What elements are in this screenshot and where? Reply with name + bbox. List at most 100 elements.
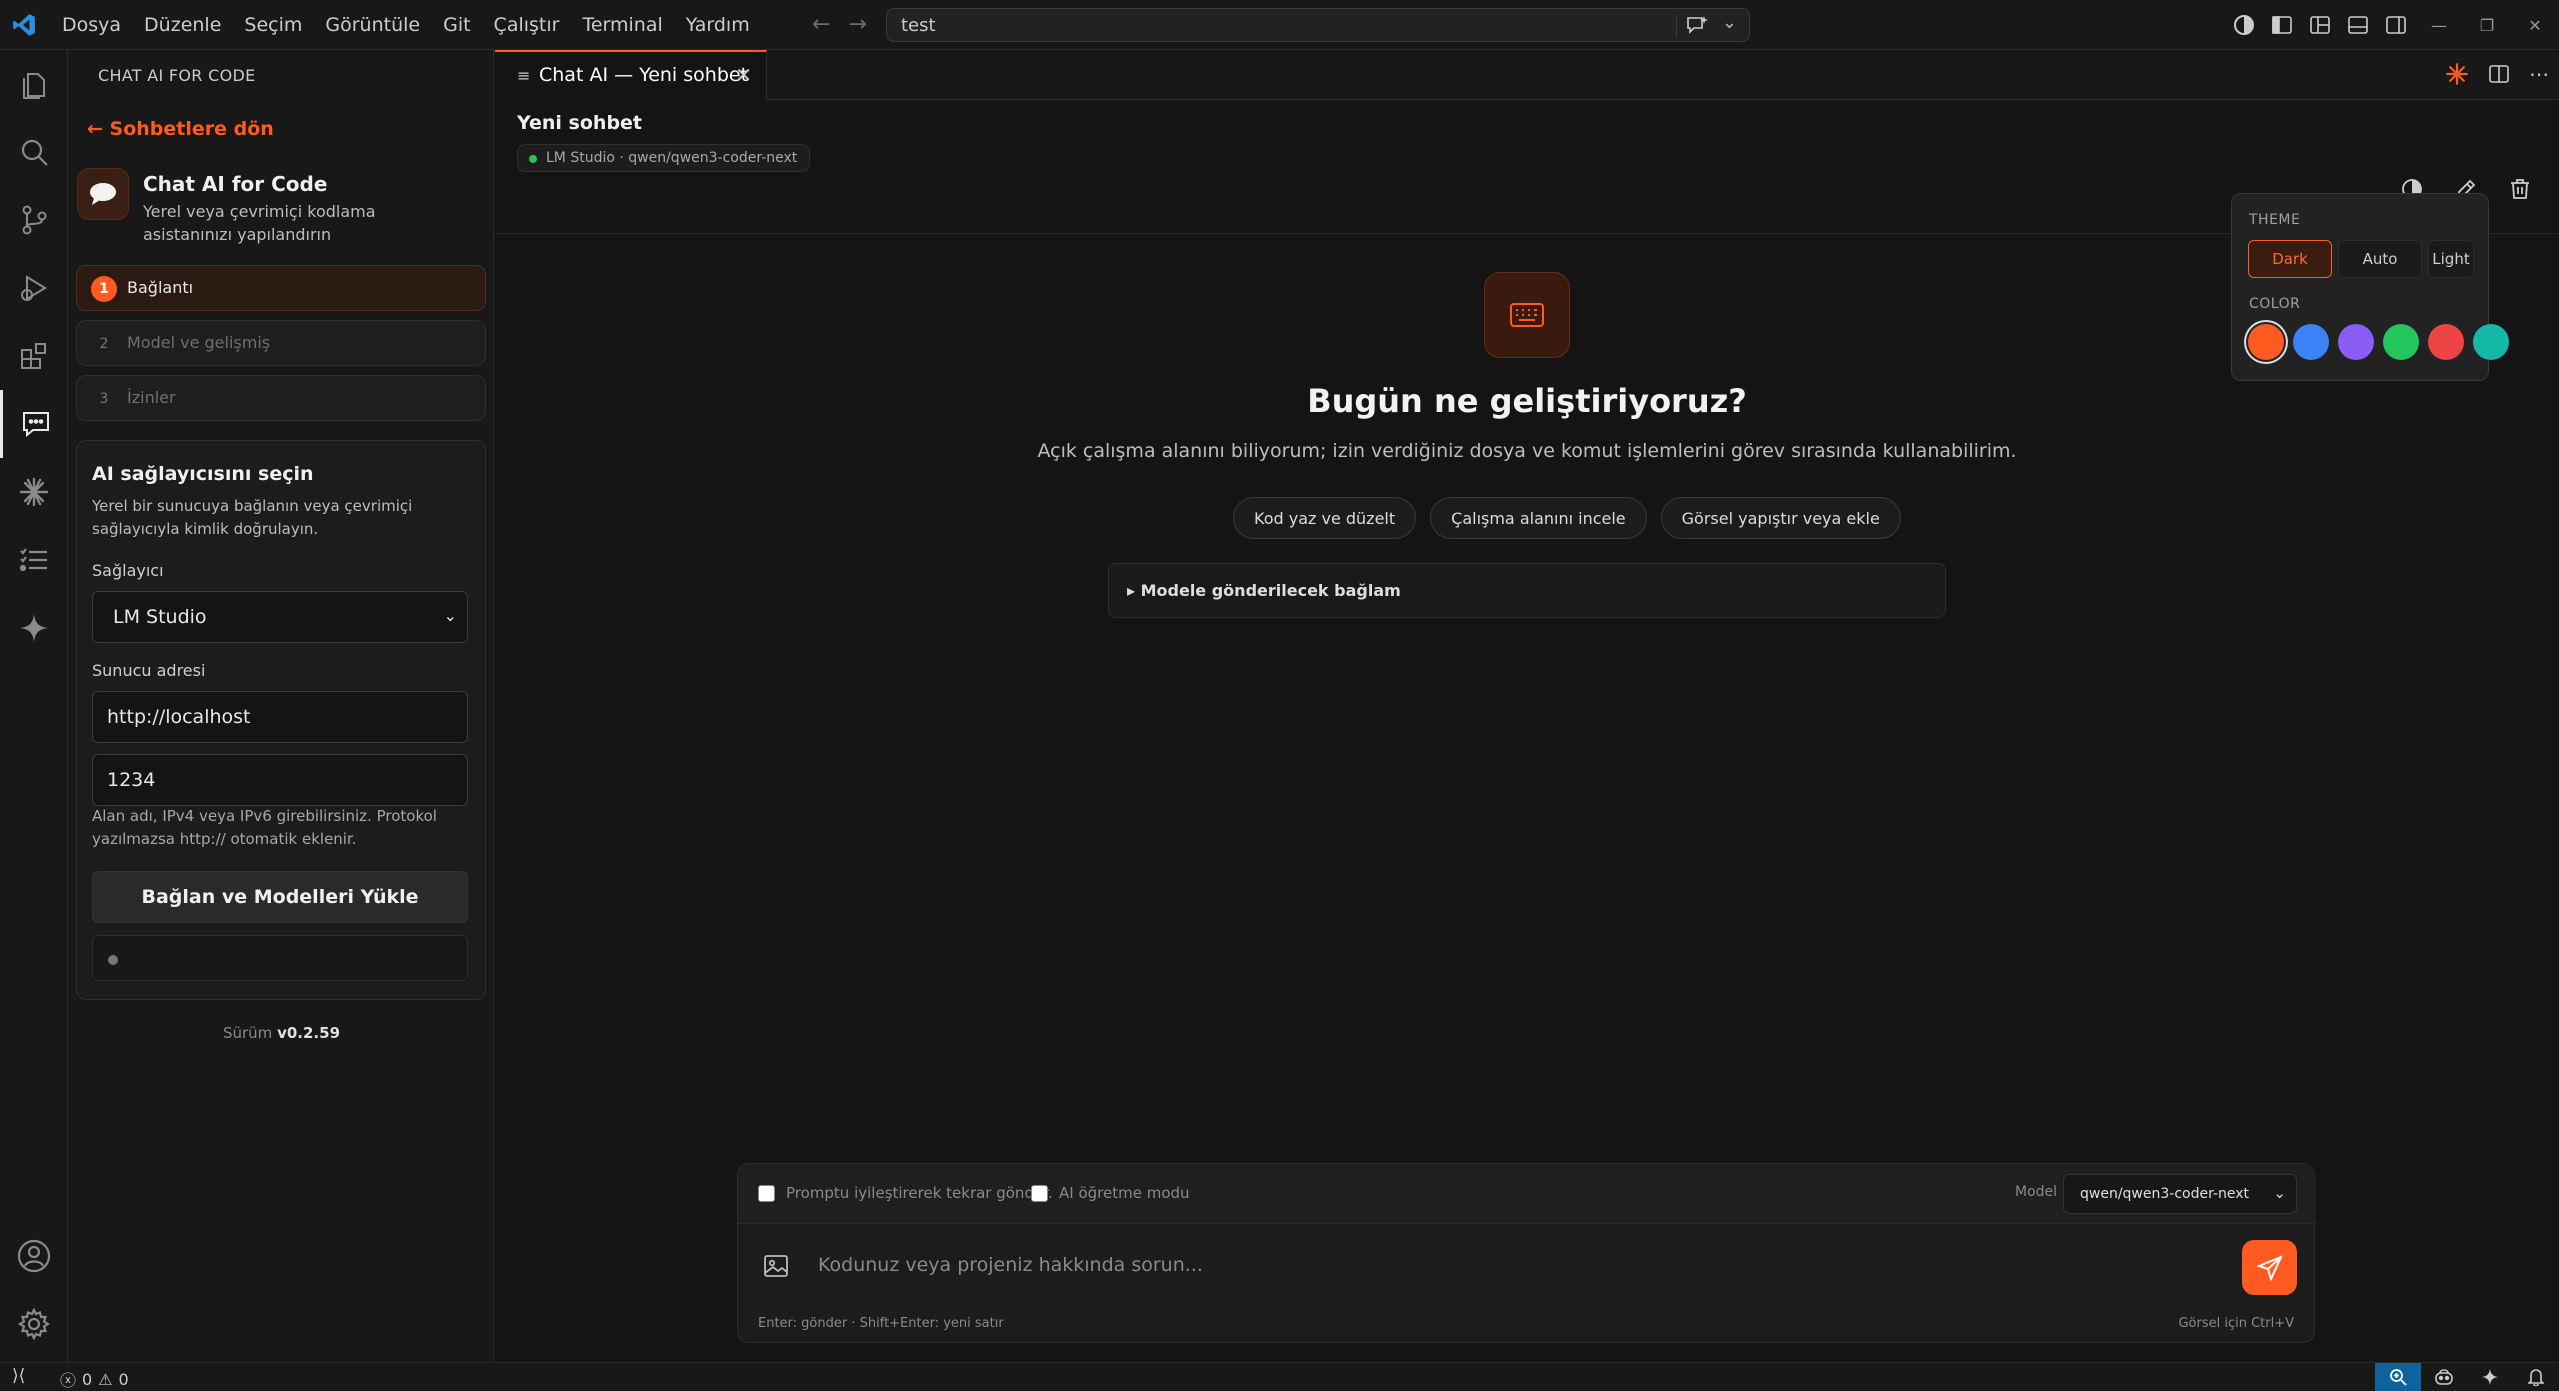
source-control-icon[interactable] — [0, 186, 68, 254]
card-title: AI sağlayıcısını seçin — [92, 463, 314, 485]
notifications-bell-icon[interactable] — [2513, 1363, 2559, 1391]
menu-goruntule[interactable]: Görüntüle — [325, 14, 420, 36]
keyboard-icon — [1484, 272, 1570, 358]
customize-layout-icon[interactable] — [2301, 0, 2339, 50]
color-swatch-green[interactable] — [2383, 324, 2419, 360]
menu-duzenle[interactable]: Düzenle — [144, 14, 221, 36]
vscode-logo-icon — [13, 14, 35, 36]
copilot-icon[interactable] — [2421, 1363, 2467, 1391]
brand-block: Chat AI for Code Yerel veya çevrimiçi ko… — [77, 168, 482, 258]
gemini-sparkle-icon[interactable] — [2467, 1363, 2513, 1391]
chevron-down-icon[interactable]: ⌄ — [1722, 12, 1737, 33]
warning-count: 0 — [118, 1369, 129, 1389]
close-window-button[interactable]: ✕ — [2511, 0, 2559, 50]
color-swatch-blue[interactable] — [2293, 324, 2329, 360]
provider-value: LM Studio — [113, 606, 207, 628]
theme-label: THEME — [2249, 212, 2301, 228]
chip-inspect-workspace[interactable]: Çalışma alanını incele — [1430, 497, 1647, 539]
teaching-mode-checkbox[interactable] — [1031, 1185, 1048, 1202]
color-swatch-red[interactable] — [2428, 324, 2464, 360]
chip-paste-image[interactable]: Görsel yapıştır veya ekle — [1660, 497, 1901, 539]
accounts-copilot-icon[interactable] — [2225, 0, 2263, 50]
context-label: ▸ Modele gönderilecek bağlam — [1127, 581, 1401, 600]
nav-arrows: ← → — [812, 12, 867, 37]
port-input[interactable]: 1234 — [92, 754, 468, 806]
color-label: COLOR — [2249, 296, 2301, 312]
remote-indicator-icon[interactable]: ⟩⟨ — [12, 1366, 25, 1386]
menu-terminal[interactable]: Terminal — [582, 14, 662, 36]
menu-yardim[interactable]: Yardım — [686, 14, 750, 36]
gemini-sparkle-icon[interactable] — [0, 594, 68, 662]
theme-dark-button[interactable]: Dark — [2248, 240, 2332, 278]
claude-sparkle-icon[interactable] — [2445, 62, 2469, 86]
restore-window-button[interactable]: ❐ — [2463, 0, 2511, 50]
warning-icon: ⚠ — [98, 1369, 113, 1389]
step-label: Model ve gelişmiş — [127, 333, 271, 352]
back-to-chats-link[interactable]: ← Sohbetlere dön — [87, 118, 274, 140]
server-address-input[interactable]: http://localhost — [92, 691, 468, 743]
back-arrow-icon[interactable]: ← — [812, 12, 830, 37]
tab-chat-ai[interactable]: ≡ Chat AI — Yeni sohbet ✕ — [495, 50, 767, 101]
menu-calistir[interactable]: Çalıştır — [494, 14, 560, 36]
error-icon: ⓧ — [60, 1371, 77, 1390]
attach-image-icon[interactable] — [762, 1252, 790, 1280]
toggle-secondary-sidebar-icon[interactable] — [2377, 0, 2415, 50]
command-center[interactable]: test ⌄ — [886, 8, 1750, 42]
step-model-advanced[interactable]: 2 Model ve gelişmiş — [76, 320, 486, 366]
split-editor-icon[interactable] — [2489, 65, 2509, 83]
version-label: Sürüm — [222, 1024, 273, 1042]
settings-gear-icon[interactable] — [0, 1290, 68, 1358]
tab-actions: ⋯ — [2445, 62, 2549, 86]
toggle-panel-icon[interactable] — [2339, 0, 2377, 50]
chip-write-fix-code[interactable]: Kod yaz ve düzelt — [1233, 497, 1417, 539]
refine-prompt-checkbox[interactable] — [758, 1185, 775, 1202]
refine-prompt-label: Promptu iyileştirerek tekrar gönder. — [786, 1184, 1053, 1202]
error-count: 0 — [82, 1369, 93, 1389]
color-swatch-teal[interactable] — [2473, 324, 2509, 360]
step-label: İzinler — [127, 388, 176, 407]
menu-dosya[interactable]: Dosya — [62, 14, 121, 36]
send-icon — [2256, 1254, 2283, 1281]
context-disclosure[interactable]: ▸ Modele gönderilecek bağlam — [1108, 563, 1946, 618]
more-actions-icon[interactable]: ⋯ — [2529, 62, 2549, 86]
suggestion-chips: Kod yaz ve düzelt Çalışma alanını incele… — [1233, 497, 1901, 539]
toggle-primary-sidebar-icon[interactable] — [2263, 0, 2301, 50]
search-icon[interactable] — [0, 118, 68, 186]
prompt-input[interactable]: Kodunuz veya projeniz hakkında sorun... — [818, 1254, 1203, 1276]
task-list-icon[interactable] — [0, 526, 68, 594]
menu-secim[interactable]: Seçim — [244, 14, 302, 36]
zoom-icon[interactable] — [2375, 1363, 2421, 1391]
run-debug-icon[interactable] — [0, 254, 68, 322]
chat-title: Yeni sohbet — [517, 112, 643, 134]
menu-git[interactable]: Git — [443, 14, 470, 36]
sidebar-header: CHAT AI FOR CODE — [98, 66, 256, 85]
statusbar-right — [2375, 1363, 2559, 1391]
claude-sparkle-icon[interactable] — [0, 458, 68, 526]
model-select[interactable]: qwen/qwen3-coder-next ⌄ — [2063, 1174, 2297, 1214]
titlebar-right-controls: — ❐ ✕ — [2225, 0, 2559, 50]
chat-sparkle-icon[interactable] — [1685, 14, 1709, 36]
title-bar: Dosya Düzenle Seçim Görüntüle Git Çalışt… — [0, 0, 2559, 50]
explorer-icon[interactable] — [0, 50, 68, 118]
step-permissions[interactable]: 3 İzinler — [76, 375, 486, 421]
step-connection[interactable]: 1 Bağlantı — [76, 265, 486, 311]
theme-auto-button[interactable]: Auto — [2338, 240, 2422, 278]
color-swatch-purple[interactable] — [2338, 324, 2374, 360]
trash-icon[interactable] — [2509, 178, 2531, 200]
editor-area: ≡ Chat AI — Yeni sohbet ✕ ⋯ Yeni sohbet … — [495, 50, 2559, 1362]
problems-indicator[interactable]: ⓧ 0 ⚠ 0 — [60, 1367, 129, 1391]
extensions-icon[interactable] — [0, 322, 68, 390]
hero-subtitle: Açık çalışma alanını biliyorum; izin ver… — [1037, 440, 2017, 462]
send-button[interactable] — [2242, 1240, 2297, 1295]
connect-load-models-button[interactable]: Bağlan ve Modelleri Yükle — [92, 871, 468, 923]
minimize-window-button[interactable]: — — [2415, 0, 2463, 50]
provider-select[interactable]: LM Studio ⌄ — [92, 591, 468, 643]
composer-options: Promptu iyileştirerek tekrar gönder. AI … — [738, 1164, 2316, 1224]
chat-ai-icon[interactable] — [0, 390, 68, 458]
status-dot-icon — [108, 955, 118, 965]
forward-arrow-icon[interactable]: → — [848, 12, 866, 37]
accounts-icon[interactable] — [0, 1222, 68, 1290]
close-tab-icon[interactable]: ✕ — [735, 63, 752, 87]
theme-light-button[interactable]: Light — [2428, 240, 2474, 278]
color-swatch-orange[interactable] — [2248, 324, 2284, 360]
